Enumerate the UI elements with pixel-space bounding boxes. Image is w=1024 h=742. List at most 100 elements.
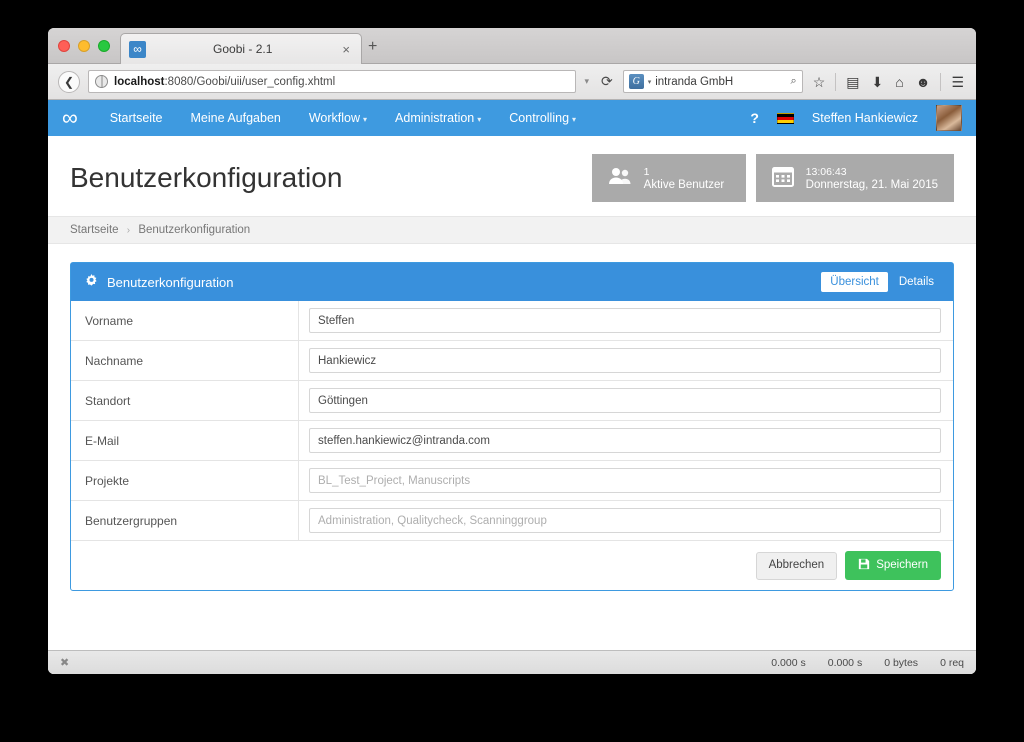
form-label-nachname: Nachname [71, 341, 299, 380]
bookmark-star-icon[interactable]: ☆ [811, 75, 828, 89]
save-button[interactable]: Speichern [845, 551, 941, 581]
toolbar-divider [940, 72, 942, 91]
window-controls [58, 40, 110, 52]
form-row-nachname: Nachname [71, 341, 953, 381]
avatar[interactable] [936, 105, 962, 131]
save-button-label: Speichern [876, 558, 928, 571]
form-cell-projekte [299, 461, 953, 500]
active-users-box: 1 Aktive Benutzer [591, 154, 746, 202]
breadcrumb-current: Benutzerkonfiguration [138, 224, 251, 236]
reload-icon[interactable]: ⟳ [599, 73, 615, 90]
nachname-input[interactable] [309, 348, 941, 373]
chevron-down-icon: ▾ [477, 115, 482, 124]
search-bar[interactable]: G ▾ intranda GmbH ⌕ [622, 70, 803, 93]
reading-list-icon[interactable]: ▤ [844, 75, 861, 89]
nav-item-label: Meine Aufgaben [190, 111, 281, 125]
nav-item-label: Administration [395, 111, 475, 125]
browser-tab-title: Goobi - 2.1 [213, 42, 273, 56]
browser-tab[interactable]: ∞ Goobi - 2.1 × [120, 33, 362, 64]
current-time: 13:06:43 [805, 165, 847, 178]
active-users-text: 1 Aktive Benutzer [644, 166, 725, 191]
nav-item-startseite[interactable]: Startseite [110, 111, 163, 125]
user-name-label[interactable]: Steffen Hankiewicz [812, 111, 918, 125]
datetime-box: 13:06:43 Donnerstag, 21. Mai 2015 [755, 154, 954, 202]
stat-requests: 0 req [940, 656, 964, 669]
panel-header-left: Benutzerkonfiguration [85, 274, 233, 290]
back-button[interactable]: ❮ [58, 70, 80, 93]
new-tab-button[interactable]: + [368, 39, 377, 55]
calendar-icon [771, 166, 794, 191]
form-label-benutzergruppen: Benutzergruppen [71, 501, 299, 540]
users-icon [608, 167, 632, 189]
form-cell-nachname [299, 341, 953, 380]
close-tab-icon[interactable]: × [339, 42, 353, 57]
stat-bytes: 0 bytes [884, 656, 919, 669]
search-magnifier-icon[interactable]: ⌕ [791, 75, 797, 88]
close-window-button[interactable] [58, 40, 70, 52]
nav-item-label: Startseite [109, 111, 163, 125]
form-label-vorname: Vorname [71, 301, 299, 340]
search-input[interactable]: intranda GmbH [655, 76, 786, 88]
tab-uebersicht[interactable]: Übersicht [821, 272, 888, 292]
breadcrumb: Startseite › Benutzerkonfiguration [48, 216, 976, 244]
status-stats: 0.000 s 0.000 s 0 bytes 0 req [771, 657, 964, 669]
help-icon[interactable]: ? [750, 110, 759, 126]
form-cell-vorname [299, 301, 953, 340]
page-content: Benutzerkonfiguration 1 Aktive Benutzer [48, 136, 976, 674]
navbar-items: Startseite Meine Aufgaben Workflow ▾ Admi… [110, 111, 751, 125]
form-row-benutzergruppen: Benutzergruppen [71, 501, 953, 541]
downloads-icon[interactable]: ⬇ [870, 75, 886, 89]
search-engine-caret-icon[interactable]: ▾ [648, 78, 652, 86]
toolbar-divider [835, 72, 837, 91]
nav-item-controlling[interactable]: Controlling ▾ [509, 111, 576, 125]
page-title: Benutzerkonfiguration [70, 162, 343, 193]
chevron-down-icon: ▾ [572, 115, 577, 124]
projekte-input[interactable] [309, 468, 941, 493]
address-bar[interactable]: localhost:8080/Goobi/uii/user_config.xht… [88, 70, 577, 93]
page-header-row: Benutzerkonfiguration 1 Aktive Benutzer [48, 136, 976, 216]
stat-render-time: 0.000 s [827, 656, 863, 669]
breadcrumb-separator-icon: › [126, 225, 131, 236]
nav-item-workflow[interactable]: Workflow ▾ [309, 111, 367, 125]
url-path: :8080/Goobi/uii/user_config.xhtml [164, 75, 336, 88]
form-label-standort: Standort [71, 381, 299, 420]
active-users-label: Aktive Benutzer [643, 178, 725, 191]
navbar-right: ? Steffen Hankiewicz [750, 105, 962, 131]
nav-item-administration[interactable]: Administration ▾ [395, 111, 481, 125]
standort-input[interactable] [309, 388, 941, 413]
panel-footer: Abbrechen Speichern [71, 541, 953, 590]
panel-header: Benutzerkonfiguration Übersicht Details [71, 263, 953, 301]
minimize-window-button[interactable] [78, 40, 90, 52]
tab-details[interactable]: Details [890, 272, 943, 292]
info-boxes: 1 Aktive Benutzer 13:06:43 Donnerstag, 2… [591, 154, 954, 202]
address-dropdown-icon[interactable]: ▾ [584, 76, 591, 87]
breadcrumb-root[interactable]: Startseite [70, 224, 119, 236]
menu-hamburger-icon[interactable]: ☰ [949, 75, 966, 89]
nav-item-label: Controlling [509, 111, 570, 125]
search-engine-icon[interactable]: G [628, 74, 644, 89]
datetime-text: 13:06:43 Donnerstag, 21. Mai 2015 [806, 166, 938, 191]
stat-load-time: 0.000 s [771, 656, 806, 669]
hello-smiley-icon[interactable]: ☻ [914, 75, 933, 89]
gear-icon [85, 274, 98, 290]
close-statusbar-icon[interactable]: ✖ [60, 656, 69, 669]
panel-tabs: Übersicht Details [821, 272, 943, 292]
cancel-button[interactable]: Abbrechen [755, 551, 838, 580]
form-cell-standort [299, 381, 953, 420]
vorname-input[interactable] [309, 308, 941, 333]
form-cell-email [299, 421, 953, 460]
nav-item-meine-aufgaben[interactable]: Meine Aufgaben [191, 111, 281, 125]
home-icon[interactable]: ⌂ [893, 75, 905, 89]
browser-tab-strip: ∞ Goobi - 2.1 × + [48, 28, 976, 64]
form-label-projekte: Projekte [71, 461, 299, 500]
email-field[interactable] [309, 428, 941, 453]
goobi-navbar: ∞ Startseite Meine Aufgaben Workflow ▾ Ad… [48, 100, 976, 136]
zoom-window-button[interactable] [98, 40, 110, 52]
site-identity-globe-icon [95, 75, 108, 88]
goobi-logo-icon[interactable]: ∞ [62, 107, 78, 129]
status-bar: ✖ 0.000 s 0.000 s 0 bytes 0 req [48, 650, 976, 674]
active-users-count: 1 [643, 165, 650, 178]
german-flag-icon[interactable] [776, 112, 794, 124]
address-bar-url: localhost:8080/Goobi/uii/user_config.xht… [114, 76, 335, 88]
benutzergruppen-input[interactable] [309, 508, 941, 533]
